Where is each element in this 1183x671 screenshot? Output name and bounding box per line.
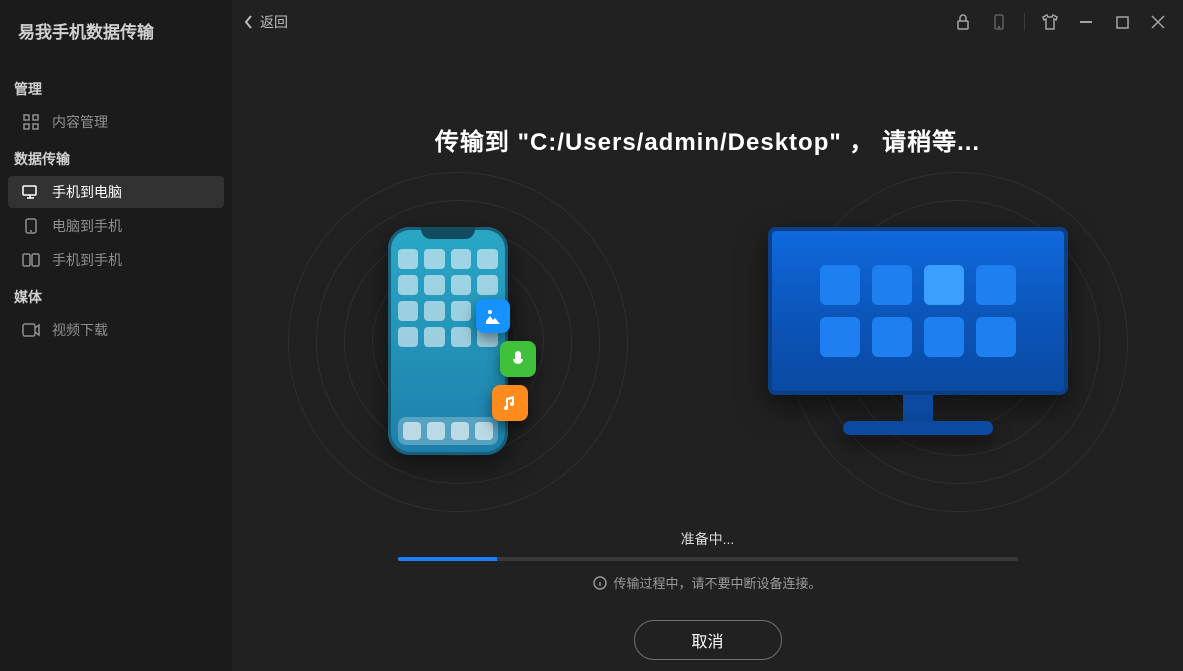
- sidebar-item-label: 手机到手机: [52, 250, 122, 270]
- apparel-button[interactable]: [1033, 7, 1067, 37]
- phone-to-pc-icon: [22, 183, 40, 201]
- chip-music-icon: [492, 385, 528, 421]
- back-label: 返回: [260, 12, 288, 32]
- sidebar-item-video-download[interactable]: 视频下载: [8, 314, 224, 346]
- sidebar-item-label: 内容管理: [52, 112, 108, 132]
- sidebar-section-header-transfer: 数据传输: [0, 145, 232, 175]
- phone-illustration: [388, 227, 508, 455]
- sidebar-section-header-media: 媒体: [0, 283, 232, 313]
- sidebar-item-label: 手机到电脑: [52, 182, 122, 202]
- sidebar-item-pc-to-phone[interactable]: 电脑到手机: [8, 210, 224, 242]
- maximize-icon: [1116, 16, 1129, 29]
- window-minimize-button[interactable]: [1069, 7, 1103, 37]
- progress-warning-text: 传输过程中，请不要中断设备连接。: [613, 573, 821, 592]
- progress-status-label: 准备中...: [681, 529, 735, 549]
- headline-suffix: " ， 请稍等...: [829, 129, 980, 156]
- minimize-icon: [1079, 15, 1093, 29]
- sidebar: 易我手机数据传输 管理 内容管理 数据传输 手机到电脑: [0, 0, 232, 671]
- progress-bar: [398, 557, 1018, 561]
- sidebar-item-label: 电脑到手机: [52, 216, 122, 236]
- sidebar-section-header-manage: 管理: [0, 75, 232, 105]
- sidebar-item-label: 视频下载: [52, 320, 108, 340]
- content: 传输到 "C:/Users/admin/Desktop" ， 请稍等...: [232, 44, 1183, 671]
- sidebar-item-content-manage[interactable]: 内容管理: [8, 106, 224, 138]
- window-close-button[interactable]: [1141, 7, 1175, 37]
- headline-prefix: 传输到 ": [435, 129, 530, 156]
- chip-mic-icon: [500, 341, 536, 377]
- progress-warning: 传输过程中，请不要中断设备连接。: [593, 573, 821, 592]
- lock-icon: [956, 14, 970, 30]
- sidebar-item-phone-to-phone[interactable]: 手机到手机: [8, 244, 224, 276]
- cancel-button[interactable]: 取消: [634, 620, 782, 660]
- info-icon: [593, 576, 607, 590]
- visual: [328, 197, 1088, 487]
- chip-image-icon: [476, 299, 510, 333]
- progress-bar-fill: [398, 557, 497, 561]
- window-maximize-button[interactable]: [1105, 7, 1139, 37]
- transfer-chips: [500, 305, 536, 421]
- device-icon: [993, 14, 1005, 30]
- back-button[interactable]: 返回: [244, 12, 288, 32]
- video-download-icon: [22, 321, 40, 339]
- sidebar-item-phone-to-pc[interactable]: 手机到电脑: [8, 176, 224, 208]
- cancel-button-label: 取消: [691, 628, 723, 652]
- titlebar-right: [946, 7, 1175, 37]
- app-title: 易我手机数据传输: [0, 18, 232, 69]
- headline: 传输到 "C:/Users/admin/Desktop" ， 请稍等...: [435, 122, 980, 157]
- main: 返回: [232, 0, 1183, 671]
- headline-path: C:/Users/admin/Desktop: [530, 129, 829, 156]
- chevron-left-icon: [244, 15, 254, 29]
- lock-button[interactable]: [946, 7, 980, 37]
- pc-to-phone-icon: [22, 217, 40, 235]
- monitor-illustration: [768, 227, 1068, 445]
- grid-icon: [22, 113, 40, 131]
- phone-to-phone-icon: [22, 251, 40, 269]
- progress-block: 准备中... 传输过程中，请不要中断设备连接。 取消: [398, 529, 1018, 660]
- close-icon: [1151, 15, 1165, 29]
- titlebar-divider: [1024, 13, 1025, 31]
- shirt-icon: [1041, 14, 1059, 30]
- titlebar: 返回: [232, 0, 1183, 44]
- device-button[interactable]: [982, 7, 1016, 37]
